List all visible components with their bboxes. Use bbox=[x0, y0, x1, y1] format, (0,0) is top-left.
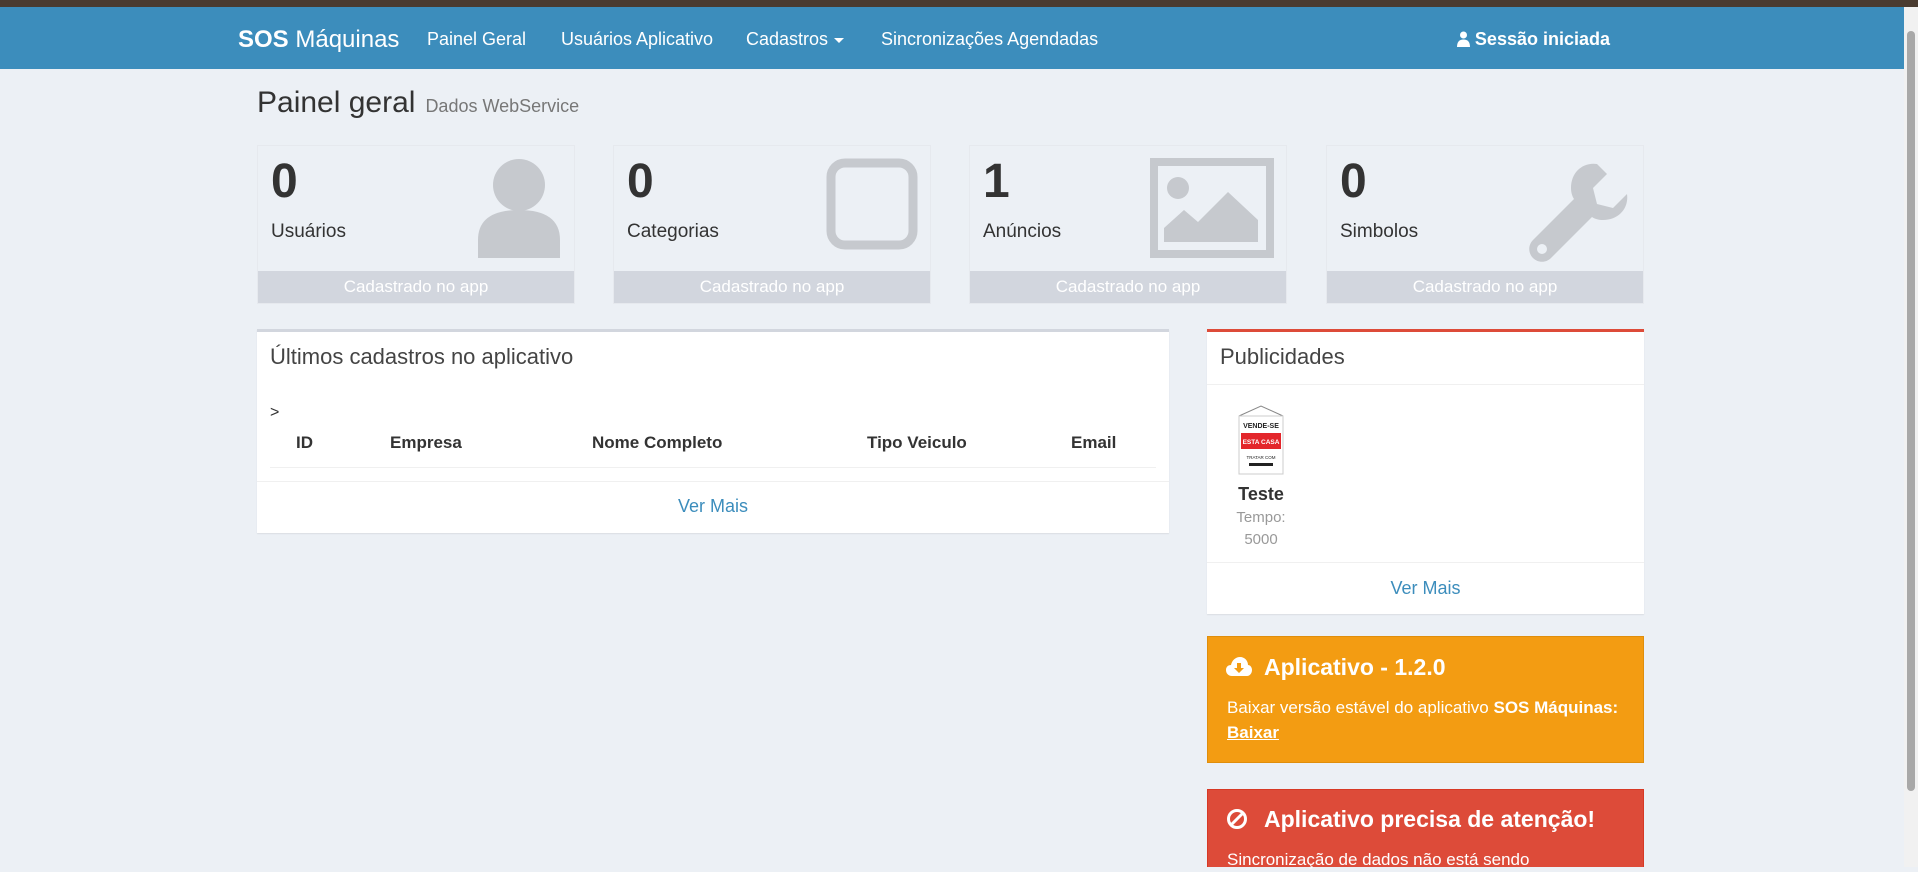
page-subtitle: Dados WebService bbox=[425, 96, 580, 116]
box-title: Publicidades bbox=[1220, 344, 1345, 369]
page-header: Painel geral Dados WebService bbox=[257, 86, 579, 120]
app-version-callout: Aplicativo - 1.2.0 Baixar versão estável… bbox=[1207, 636, 1644, 763]
stat-box-simbolos: 0 Simbolos Cadastrado no app bbox=[1326, 145, 1644, 304]
nav-usuarios-aplicativo[interactable]: Usuários Aplicativo bbox=[561, 29, 713, 50]
stat-box-categorias: 0 Categorias Cadastrado no app bbox=[613, 145, 931, 304]
wrench-icon bbox=[1529, 163, 1628, 262]
box-footer-divider bbox=[257, 481, 1169, 482]
scrollbar-thumb[interactable] bbox=[1907, 31, 1915, 791]
session-menu[interactable]: Sessão iniciada bbox=[1456, 29, 1610, 50]
column-header-empresa[interactable]: Empresa bbox=[390, 433, 462, 453]
box-footer-divider bbox=[1207, 562, 1644, 563]
column-header-nome-completo[interactable]: Nome Completo bbox=[592, 433, 722, 453]
sign-mid-text: ESTA CASA bbox=[1243, 439, 1280, 446]
top-navbar: SOS Máquinas Painel Geral Usuários Aplic… bbox=[0, 7, 1904, 69]
stat-label: Categorias bbox=[627, 221, 719, 242]
for-sale-sign-image: VENDE-SE ESTA CASA TRATAR COM bbox=[1238, 405, 1284, 475]
ad-thumbnail[interactable]: VENDE-SE ESTA CASA TRATAR COM bbox=[1237, 404, 1285, 476]
window-top-border bbox=[0, 0, 1918, 7]
stat-footer-link[interactable]: Cadastrado no app bbox=[258, 271, 574, 303]
ban-icon bbox=[1227, 809, 1247, 829]
vertical-scrollbar[interactable] bbox=[1904, 7, 1918, 867]
stray-marker: > bbox=[270, 404, 280, 421]
stat-footer-link[interactable]: Cadastrado no app bbox=[970, 271, 1286, 303]
stat-footer-link[interactable]: Cadastrado no app bbox=[1327, 271, 1643, 303]
app-attention-callout: Aplicativo precisa de atenção! Sincroniz… bbox=[1207, 789, 1644, 869]
stat-value: 0 bbox=[627, 155, 654, 208]
stat-value: 0 bbox=[1340, 155, 1367, 208]
stat-box-anuncios: 1 Anúncios Cadastrado no app bbox=[969, 145, 1287, 304]
box-header-divider bbox=[1207, 384, 1644, 385]
column-header-tipo-veiculo[interactable]: Tipo Veiculo bbox=[867, 433, 967, 453]
sign-bottom-text: TRATAR COM bbox=[1246, 455, 1275, 460]
chevron-down-icon bbox=[834, 37, 845, 43]
stat-label: Usuários bbox=[271, 221, 346, 242]
callout-title: Aplicativo precisa de atenção! bbox=[1264, 806, 1596, 832]
ad-tempo: Tempo: 5000 bbox=[1207, 507, 1315, 551]
nav-cadastros-dropdown[interactable]: Cadastros bbox=[746, 29, 845, 50]
brand-logo[interactable]: SOS Máquinas bbox=[238, 26, 399, 54]
latest-registrations-box: Últimos cadastros no aplicativo > ID Emp… bbox=[257, 329, 1169, 533]
stat-value: 0 bbox=[271, 155, 298, 208]
image-icon bbox=[1150, 158, 1274, 258]
sign-top-text: VENDE-SE bbox=[1243, 423, 1279, 430]
callout-title: Aplicativo - 1.2.0 bbox=[1264, 654, 1446, 680]
cloud-download-icon bbox=[1226, 657, 1252, 676]
callout-text: Sincronização de dados não está sendo bbox=[1227, 850, 1530, 869]
stat-value: 1 bbox=[983, 155, 1010, 208]
publicidades-box: Publicidades VENDE-SE ESTA CASA TRATAR C… bbox=[1207, 329, 1644, 614]
ver-mais-link[interactable]: Ver Mais bbox=[257, 496, 1169, 517]
ad-tempo-label: Tempo: bbox=[1236, 509, 1286, 526]
stat-box-usuarios: 0 Usuários Cadastrado no app bbox=[257, 145, 575, 304]
column-header-email[interactable]: Email bbox=[1071, 433, 1116, 453]
user-icon bbox=[1456, 31, 1470, 47]
session-label: Sessão iniciada bbox=[1474, 29, 1610, 49]
ver-mais-link[interactable]: Ver Mais bbox=[1207, 578, 1644, 599]
nav-sincronizacoes-agendadas[interactable]: Sincronizações Agendadas bbox=[881, 29, 1098, 50]
table-divider bbox=[270, 467, 1156, 468]
ad-name: Teste bbox=[1238, 484, 1284, 504]
column-header-id[interactable]: ID bbox=[296, 433, 313, 453]
page-title: Painel geral bbox=[257, 86, 416, 119]
stat-label: Anúncios bbox=[983, 221, 1062, 242]
ad-tempo-value: 5000 bbox=[1244, 531, 1278, 548]
square-icon bbox=[826, 158, 918, 250]
user-icon bbox=[478, 159, 560, 258]
stat-label: Simbolos bbox=[1340, 221, 1419, 242]
stat-footer-link[interactable]: Cadastrado no app bbox=[614, 271, 930, 303]
baixar-link[interactable]: Baixar bbox=[1227, 723, 1279, 742]
callout-text: Baixar versão estável do aplicativo SOS … bbox=[1227, 698, 1619, 742]
box-title: Últimos cadastros no aplicativo bbox=[270, 344, 574, 369]
nav-painel-geral[interactable]: Painel Geral bbox=[427, 29, 526, 50]
